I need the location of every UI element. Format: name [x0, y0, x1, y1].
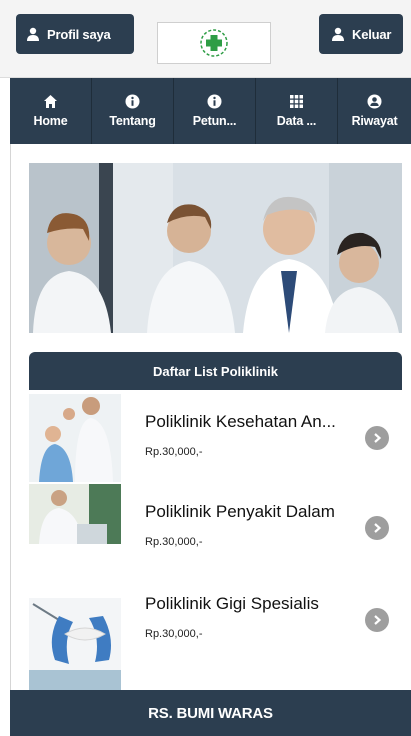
nav-data[interactable]: Data ... [256, 78, 338, 144]
poliklinik-name: Poliklinik Gigi Spesialis [145, 594, 319, 613]
info-icon [207, 94, 222, 109]
footer: RS. BUMI WARAS [10, 690, 411, 736]
nav-data-label: Data ... [276, 114, 317, 128]
poliklinik-name: Poliklinik Kesehatan An... [145, 412, 336, 431]
poliklinik-list-header: Daftar List Poliklinik [29, 352, 402, 390]
profile-button[interactable]: Profil saya [16, 14, 134, 54]
hospital-logo [157, 22, 271, 64]
nav-tentang[interactable]: Tentang [92, 78, 174, 144]
poliklinik-item[interactable]: Poliklinik Gigi Spesialis Rp.30,000,- [29, 576, 402, 690]
poliklinik-thumbnail [29, 598, 121, 690]
chevron-right-icon[interactable] [365, 516, 389, 540]
poliklinik-price: Rp.30,000,- [145, 628, 203, 640]
logo-emblem-icon [200, 29, 228, 57]
nav-riwayat[interactable]: Riwayat [338, 78, 411, 144]
user-icon [367, 94, 382, 109]
user-icon [332, 27, 344, 41]
nav-tentang-label: Tentang [109, 114, 156, 128]
user-icon [27, 27, 39, 41]
nav-petunjuk[interactable]: Petun... [174, 78, 256, 144]
poliklinik-name: Poliklinik Penyakit Dalam [145, 502, 335, 521]
doctors-banner-image [29, 163, 402, 333]
chevron-right-icon[interactable] [365, 608, 389, 632]
content-border [10, 144, 11, 690]
poliklinik-price: Rp.30,000,- [145, 536, 203, 548]
logout-button[interactable]: Keluar [319, 14, 403, 54]
top-bar: Profil saya Keluar [0, 0, 411, 78]
chevron-right-icon[interactable] [365, 426, 389, 450]
poliklinik-thumbnail [29, 394, 121, 482]
logout-button-label: Keluar [352, 26, 392, 42]
poliklinik-price: Rp.30,000,- [145, 446, 203, 458]
poliklinik-item[interactable]: Poliklinik Kesehatan An... Rp.30,000,- [29, 394, 402, 486]
home-icon [44, 95, 57, 108]
footer-title: RS. BUMI WARAS [148, 704, 273, 722]
grid-icon [290, 95, 303, 108]
nav-home-label: Home [33, 114, 68, 128]
profile-button-label: Profil saya [47, 26, 111, 42]
poliklinik-thumbnail [29, 484, 121, 544]
nav-riwayat-label: Riwayat [351, 114, 398, 128]
nav-home[interactable]: Home [10, 78, 92, 144]
main-nav: Home Tentang Petun... Data ... Riwayat [10, 78, 411, 144]
nav-petunjuk-label: Petun... [192, 114, 237, 128]
poliklinik-item[interactable]: Poliklinik Penyakit Dalam Rp.30,000,- [29, 484, 402, 576]
info-icon [125, 94, 140, 109]
